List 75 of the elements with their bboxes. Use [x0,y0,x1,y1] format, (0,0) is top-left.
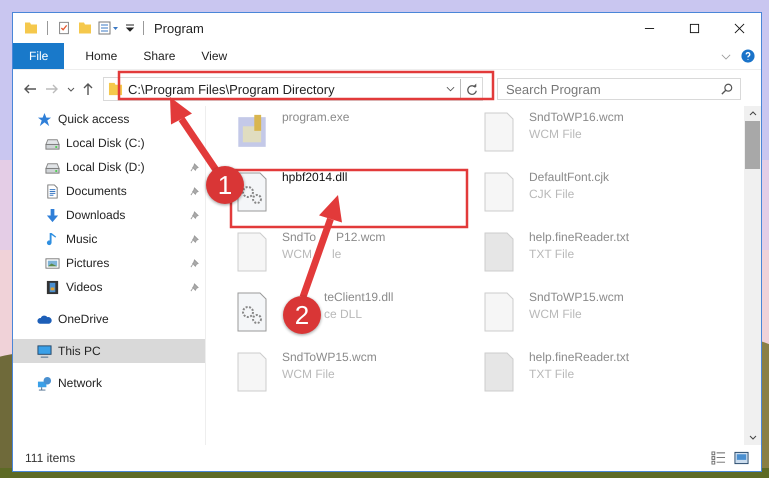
file-type: TXT File [529,367,574,381]
monitor-icon [37,344,52,358]
refresh-icon[interactable] [466,82,478,96]
ribbon-tab[interactable]: File [13,43,64,69]
file-name: SndToWP16.wcm [529,110,624,124]
file-name: help.fineReader.txt [529,230,630,244]
dropdown-icon[interactable] [125,24,135,32]
file-type: WCM [282,247,312,261]
file-icon [483,292,515,332]
gear-file-icon [236,292,268,332]
file-icon [483,172,515,212]
file-type: WCM File [529,307,582,321]
address-field[interactable]: C:\Program Files\Program Directory [103,77,483,101]
address-path: C:\Program Files\Program Directory [128,82,336,96]
file-name: program.exe [282,110,350,124]
item-count: 111 items [25,451,76,465]
file-name: P12.wcm [336,230,386,244]
text-file-icon [483,232,515,272]
gear-file-icon [236,172,268,212]
text-file-icon [483,352,515,392]
file-name: SndTo [282,230,316,244]
sidebar-item[interactable]: Downloads [13,203,205,227]
help-icon[interactable] [741,49,755,63]
chevron-down-icon[interactable] [446,86,455,92]
file-type: WCM File [282,367,335,381]
file-type: CJK File [529,187,574,201]
download-arrow-icon [45,208,60,222]
sidebar-item[interactable]: Local Disk (C:) [13,131,205,155]
sidebar-item[interactable]: Network [13,371,205,395]
checklist-icon[interactable] [56,21,72,35]
file-type: WCM File [529,127,582,141]
picture-frame-icon [45,256,60,270]
back-arrow-icon[interactable] [23,84,37,94]
scroll-down-icon[interactable] [748,435,756,440]
ribbon-tab[interactable]: Home [72,43,130,69]
film-strip-icon [45,280,60,294]
file-icon [483,112,515,152]
search-field[interactable]: Search Program [497,78,741,100]
sidebar-item[interactable]: Videos [13,275,205,299]
file-type: TXT File [529,247,574,261]
ribbon-tab[interactable]: Share [130,43,188,69]
file-name: teClient19.dll [324,290,394,304]
up-arrow-icon[interactable] [83,82,93,96]
sidebar-item[interactable]: OneDrive [13,307,205,331]
ribbon-tab[interactable]: View [188,43,240,69]
close-icon[interactable] [734,22,745,34]
network-icon [37,376,52,390]
sidebar-item[interactable]: Quick access [13,107,205,131]
file-name: SndToWP15.wcm [529,290,624,304]
file-type: ce DLL [324,307,362,321]
file-name: help.fineReader.txt [529,350,630,364]
file-name: SndToWP15.wcm [282,350,377,364]
details-view-icon[interactable] [711,451,726,465]
search-icon [721,83,733,95]
star-icon [37,112,52,126]
scroll-thumb[interactable] [745,121,760,169]
file-type: le [332,247,342,261]
file-name: DefaultFont.cjk [529,170,610,184]
window-title: Program [154,20,204,36]
chevron-down-icon[interactable] [67,86,75,92]
tiles-view-icon[interactable] [734,451,749,465]
document-icon [45,184,60,198]
sidebar-item[interactable]: Pictures [13,251,205,275]
scrollbar[interactable] [744,106,761,445]
sidebar-item[interactable]: Documents [13,179,205,203]
maximize-icon[interactable] [689,22,700,34]
sidebar-item[interactable]: Music [13,227,205,251]
file-name: hpbf2014.dll [282,170,348,184]
file-icon [236,352,268,392]
file-icon [236,232,268,272]
sidebar-item[interactable]: Local Disk (D:) [13,155,205,179]
sidebar-item[interactable]: This PC [13,339,205,363]
scroll-up-icon[interactable] [748,111,756,116]
folder-icon [108,82,123,96]
properties-icon[interactable] [98,20,120,36]
